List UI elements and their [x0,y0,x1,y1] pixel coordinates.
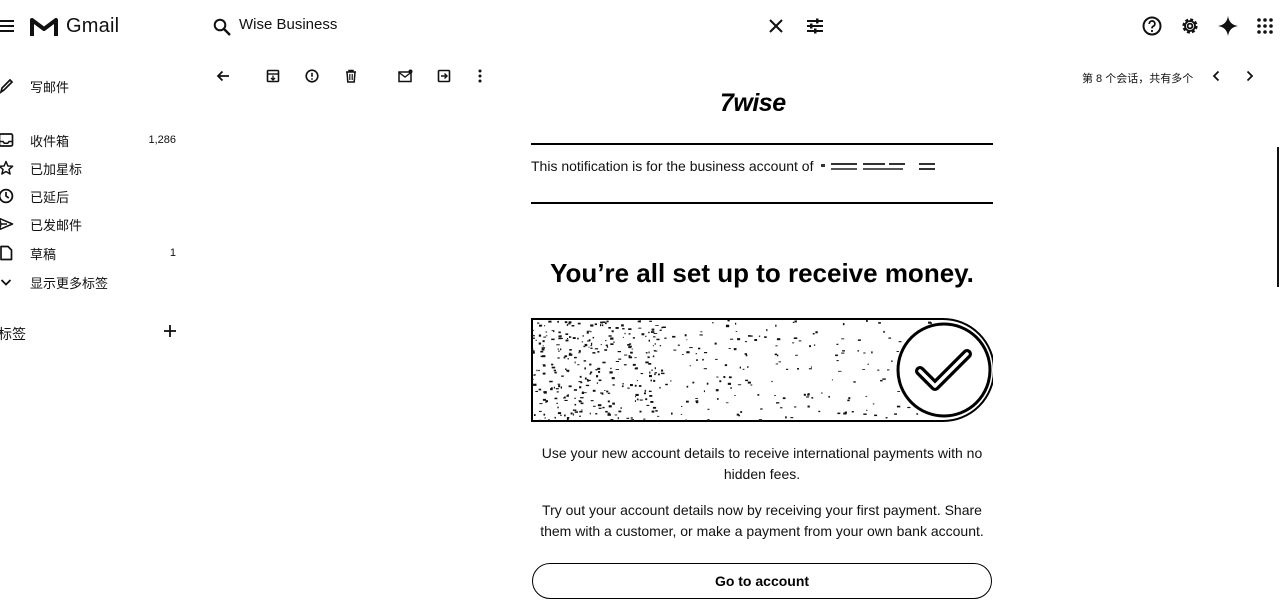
notification-line: This notification is for the business ac… [531,158,939,174]
search-input[interactable] [239,16,739,33]
star-icon [0,160,14,176]
add-label-icon[interactable] [162,323,178,339]
next-icon[interactable] [1241,67,1259,85]
help-icon[interactable] [1141,15,1163,37]
pagination-text: 第 8 个会话，共有多个 [1082,73,1194,85]
sidebar-item-drafts[interactable]: 草稿 1 [0,240,185,266]
search-icon[interactable] [212,17,232,37]
redacted-account-name [821,161,939,173]
body-paragraph-1: Use your new account details to receive … [541,445,983,482]
compose-button[interactable]: 写邮件 [0,73,185,99]
gmail-logo[interactable]: Gmail [30,14,119,38]
search-bar[interactable] [212,14,852,38]
body-paragraph-2: Try out your account details now by rece… [540,502,984,539]
send-icon [0,216,14,232]
archive-icon[interactable] [264,67,282,85]
sidebar-item-label: 已加星标 [30,161,83,177]
scrollbar-thumb[interactable] [1277,147,1279,287]
divider-top [531,143,993,145]
sidebar-item-label: 已延后 [30,189,70,205]
unread-count: 1,286 [148,134,176,146]
checkmark-icon [895,321,993,419]
wise-logo-text: 7wise [720,88,786,117]
sidebar-item-label: 显示更多标签 [30,275,109,291]
mark-unread-icon[interactable] [396,67,414,85]
app-name: Gmail [66,14,120,37]
previous-icon[interactable] [1207,67,1225,85]
wise-logo: 7wise [720,88,786,118]
notification-text: This notification is for the business ac… [531,158,814,174]
sidebar-item-inbox[interactable]: 收件箱 1,286 [0,127,185,153]
sidebar-item-sent[interactable]: 已发邮件 [0,211,185,237]
sidebar-item-more[interactable]: 显示更多标签 [0,269,185,295]
draft-icon [0,245,14,261]
sidebar-item-label: 收件箱 [30,133,70,149]
gemini-sparkle-icon[interactable] [1217,15,1239,37]
sidebar-item-starred[interactable]: 已加星标 [0,155,185,181]
main-menu-icon[interactable] [0,19,14,33]
report-spam-icon[interactable] [303,67,321,85]
clear-search-icon[interactable] [766,16,786,36]
go-to-account-button[interactable]: Go to account [532,563,992,599]
sidebar-item-snoozed[interactable]: 已延后 [0,183,185,209]
draft-count: 1 [169,247,176,259]
settings-gear-icon[interactable] [1179,15,1201,37]
headline: You’re all set up to receive money. [550,258,974,288]
apps-grid-icon[interactable] [1255,16,1275,36]
inbox-icon [0,132,14,148]
sidebar-item-label: 草稿 [30,246,57,262]
more-options-icon[interactable] [472,67,488,85]
clock-icon [0,188,14,204]
back-arrow-icon[interactable] [214,67,232,85]
pencil-icon [0,78,14,94]
labels-heading: 标签 [0,326,26,342]
divider-bottom [531,202,993,204]
chevron-down-icon [0,274,14,290]
move-to-icon[interactable] [435,67,453,85]
delete-trash-icon[interactable] [342,67,360,85]
sidebar-item-label: 已发邮件 [30,217,83,233]
compose-label: 写邮件 [30,79,70,95]
gmail-m-icon [30,18,58,36]
search-options-icon[interactable] [804,15,826,37]
